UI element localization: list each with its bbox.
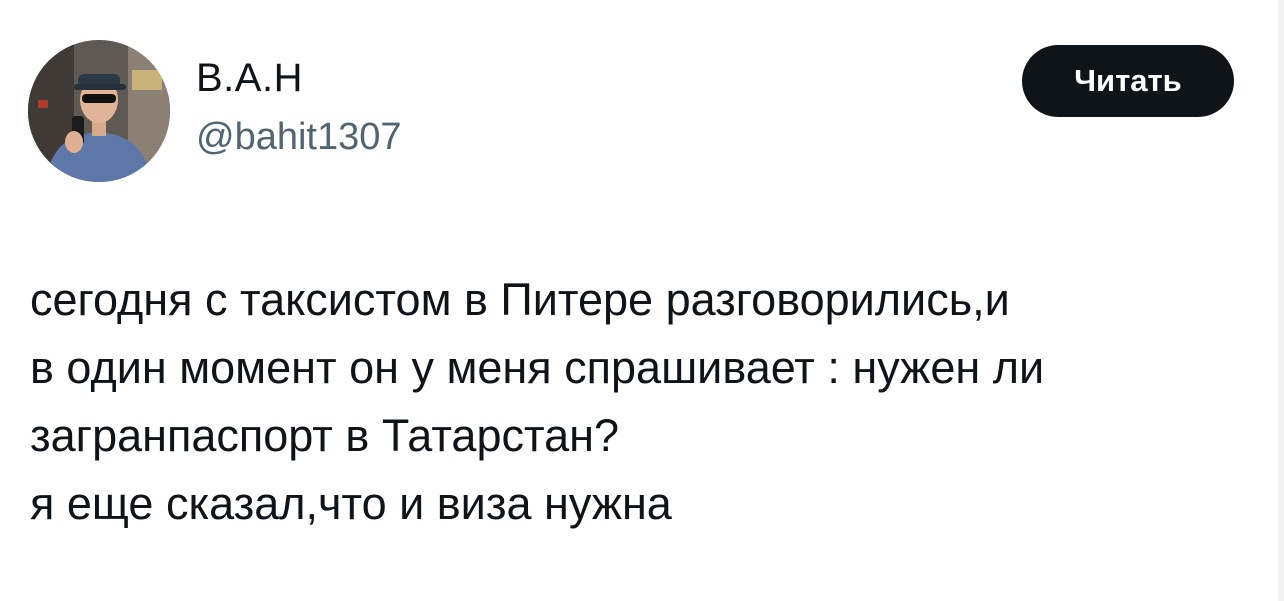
avatar[interactable] xyxy=(28,40,170,182)
follow-button[interactable]: Читать xyxy=(1022,45,1234,117)
author-handle[interactable]: @bahit1307 xyxy=(196,118,402,156)
tweet-text-line: я еще сказал,что и виза нужна xyxy=(30,478,672,529)
avatar-photo xyxy=(28,40,170,182)
tweet-text-line: сегодня с таксистом в Питере разговорили… xyxy=(30,274,1010,325)
right-edge-divider xyxy=(1278,0,1284,601)
author-display-name[interactable]: В.А.Н xyxy=(196,58,303,98)
tweet-text: сегодня с таксистом в Питере разговорили… xyxy=(30,266,1260,538)
tweet-text-line: загранпаспорт в Татарстан? xyxy=(30,410,619,461)
tweet-text-line: в один момент он у меня спрашивает : нуж… xyxy=(30,342,1045,393)
